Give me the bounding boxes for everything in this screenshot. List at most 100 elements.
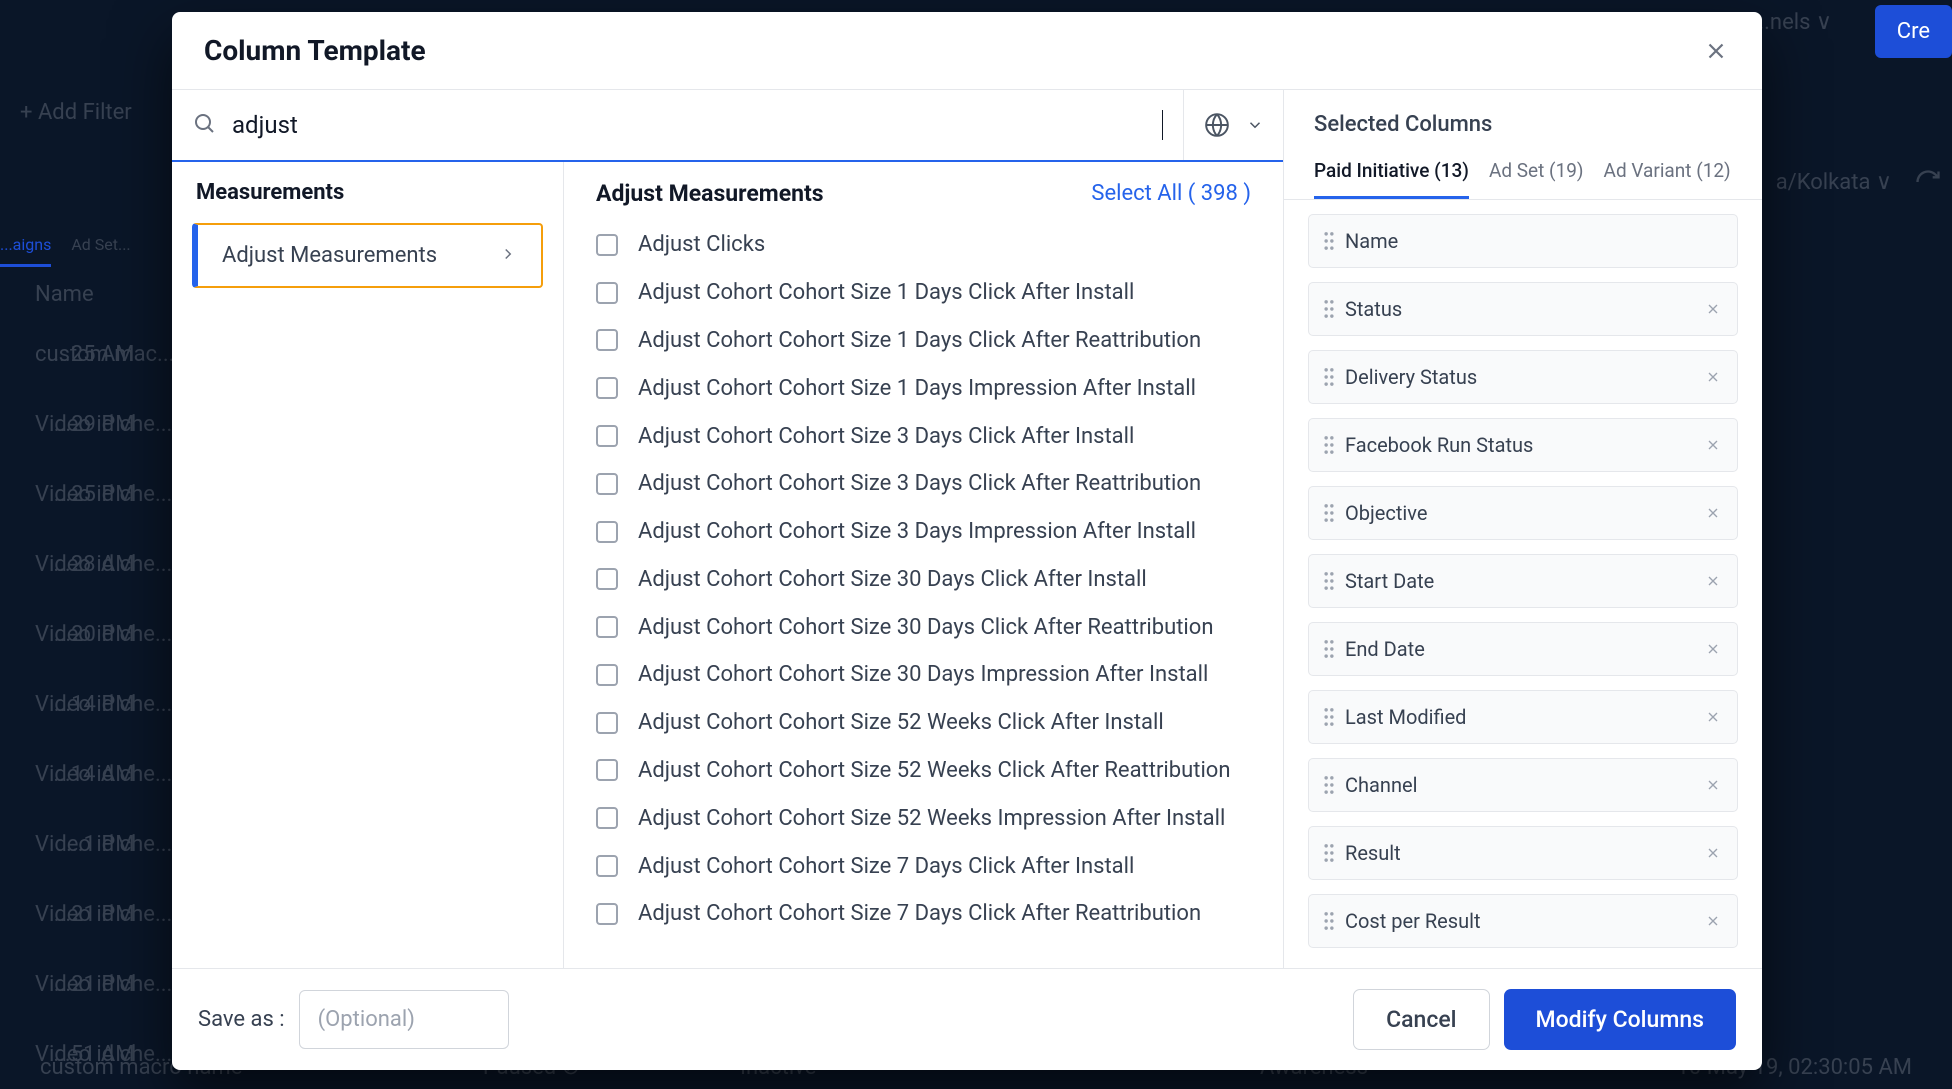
- remove-column-button[interactable]: [1703, 503, 1723, 523]
- metrics-header: Adjust Measurements Select All ( 398 ): [596, 180, 1251, 207]
- drag-handle-icon[interactable]: [1323, 231, 1335, 251]
- table-row[interactable]: Video id che......21 PM: [35, 949, 174, 1019]
- table-row[interactable]: Video id che......29 PM: [35, 389, 174, 459]
- checkbox[interactable]: [596, 759, 618, 781]
- metric-row[interactable]: Adjust Cohort Cohort Size 1 Days Impress…: [596, 364, 1251, 412]
- channels-dropdown[interactable]: ...nels ∨: [1753, 10, 1832, 35]
- metric-row[interactable]: Adjust Cohort Cohort Size 7 Days Click A…: [596, 842, 1251, 890]
- metric-row[interactable]: Adjust Cohort Cohort Size 30 Days Click …: [596, 603, 1251, 651]
- search-box[interactable]: adjust: [172, 90, 1183, 160]
- search-row: adjust: [172, 90, 1283, 162]
- close-button[interactable]: [1702, 37, 1730, 65]
- selected-column-item[interactable]: Last Modified: [1308, 690, 1738, 744]
- remove-column-button[interactable]: [1703, 911, 1723, 931]
- metric-row[interactable]: Adjust Cohort Cohort Size 3 Days Impress…: [596, 508, 1251, 556]
- metric-row[interactable]: Adjust Cohort Cohort Size 52 Weeks Click…: [596, 747, 1251, 795]
- checkbox[interactable]: [596, 425, 618, 447]
- select-all-button[interactable]: Select All ( 398 ): [1091, 181, 1251, 206]
- metric-row[interactable]: Adjust Cohort Cohort Size 52 Weeks Click…: [596, 699, 1251, 747]
- metrics-panel: Adjust Measurements Select All ( 398 ) A…: [564, 162, 1283, 968]
- checkbox[interactable]: [596, 903, 618, 925]
- checkbox[interactable]: [596, 616, 618, 638]
- metric-row[interactable]: Adjust Cohort Cohort Size 1 Days Click A…: [596, 269, 1251, 317]
- drag-handle-icon[interactable]: [1323, 911, 1335, 931]
- checkbox[interactable]: [596, 377, 618, 399]
- table-row[interactable]: Video id che......14 AM: [35, 739, 174, 809]
- selected-column-label: Status: [1345, 297, 1693, 321]
- metric-row[interactable]: Adjust Cohort Cohort Size 7 Days Click A…: [596, 890, 1251, 938]
- checkbox[interactable]: [596, 234, 618, 256]
- checkbox[interactable]: [596, 521, 618, 543]
- drag-handle-icon[interactable]: [1323, 843, 1335, 863]
- checkbox[interactable]: [596, 712, 618, 734]
- table-row[interactable]: custom mac......25 AM: [35, 319, 174, 389]
- drag-handle-icon[interactable]: [1323, 299, 1335, 319]
- metric-row[interactable]: Adjust Cohort Cohort Size 3 Days Click A…: [596, 412, 1251, 460]
- table-row[interactable]: Video id che......25 PM: [35, 459, 174, 529]
- drag-handle-icon[interactable]: [1323, 367, 1335, 387]
- selected-column-item[interactable]: Name: [1308, 214, 1738, 268]
- save-as-input[interactable]: [299, 990, 509, 1049]
- metric-label: Adjust Cohort Cohort Size 52 Weeks Impre…: [638, 806, 1225, 831]
- search-input[interactable]: adjust: [232, 111, 1164, 139]
- selected-column-item[interactable]: Status: [1308, 282, 1738, 336]
- checkbox[interactable]: [596, 329, 618, 351]
- selected-tab[interactable]: Ad Set (19): [1489, 149, 1584, 199]
- remove-column-button[interactable]: [1703, 571, 1723, 591]
- save-as-label: Save as :: [198, 1007, 285, 1032]
- selected-column-item[interactable]: Start Date: [1308, 554, 1738, 608]
- selected-column-item[interactable]: Objective: [1308, 486, 1738, 540]
- locale-dropdown[interactable]: [1183, 90, 1283, 160]
- timezone-dropdown[interactable]: a/Kolkata ∨: [1776, 170, 1892, 195]
- metric-row[interactable]: Adjust Cohort Cohort Size 1 Days Click A…: [596, 317, 1251, 365]
- remove-column-button[interactable]: [1703, 775, 1723, 795]
- table-row[interactable]: Video id che......21 PM: [35, 879, 174, 949]
- checkbox[interactable]: [596, 664, 618, 686]
- selected-column-item[interactable]: Channel: [1308, 758, 1738, 812]
- drag-handle-icon[interactable]: [1323, 571, 1335, 591]
- selected-tab[interactable]: Ad Variant (12): [1604, 149, 1731, 199]
- table-row[interactable]: Video id che......1 PM: [35, 809, 174, 879]
- metric-row[interactable]: Adjust Cohort Cohort Size 30 Days Click …: [596, 555, 1251, 603]
- drag-handle-icon[interactable]: [1323, 775, 1335, 795]
- metric-row[interactable]: Adjust Cohort Cohort Size 52 Weeks Impre…: [596, 794, 1251, 842]
- metric-row[interactable]: Adjust Cohort Cohort Size 3 Days Click A…: [596, 460, 1251, 508]
- table-row[interactable]: Video id che......28 AM: [35, 529, 174, 599]
- selected-tab[interactable]: Paid Initiative (13): [1314, 149, 1469, 199]
- checkbox[interactable]: [596, 473, 618, 495]
- column-header-name: Name: [35, 282, 174, 307]
- modify-columns-button[interactable]: Modify Columns: [1504, 989, 1736, 1050]
- selected-column-item[interactable]: Facebook Run Status: [1308, 418, 1738, 472]
- table-row[interactable]: Video id che......20 PM: [35, 599, 174, 669]
- create-button[interactable]: Cre: [1875, 5, 1952, 58]
- category-item-label: Adjust Measurements: [222, 243, 437, 268]
- remove-column-button[interactable]: [1703, 299, 1723, 319]
- selected-column-item[interactable]: End Date: [1308, 622, 1738, 676]
- drag-handle-icon[interactable]: [1323, 503, 1335, 523]
- remove-column-button[interactable]: [1703, 843, 1723, 863]
- add-filter-button[interactable]: + Add Filter: [20, 100, 132, 125]
- checkbox[interactable]: [596, 282, 618, 304]
- drag-handle-icon[interactable]: [1323, 435, 1335, 455]
- category-item-adjust-measurements[interactable]: Adjust Measurements: [192, 223, 543, 288]
- selected-column-item[interactable]: Cost per Result: [1308, 894, 1738, 948]
- tab-campaigns[interactable]: ...aigns: [0, 225, 51, 267]
- checkbox[interactable]: [596, 807, 618, 829]
- metric-row[interactable]: Adjust Clicks: [596, 221, 1251, 269]
- selected-column-item[interactable]: Result: [1308, 826, 1738, 880]
- remove-column-button[interactable]: [1703, 707, 1723, 727]
- remove-column-button[interactable]: [1703, 367, 1723, 387]
- cancel-button[interactable]: Cancel: [1353, 989, 1489, 1050]
- metric-row[interactable]: Adjust Cohort Cohort Size 30 Days Impres…: [596, 651, 1251, 699]
- remove-column-button[interactable]: [1703, 639, 1723, 659]
- checkbox[interactable]: [596, 855, 618, 877]
- refresh-icon[interactable]: [1914, 168, 1942, 200]
- table-row[interactable]: Video id che......14 PM: [35, 669, 174, 739]
- tab-adsets[interactable]: Ad Set...: [71, 225, 130, 267]
- drag-handle-icon[interactable]: [1323, 707, 1335, 727]
- selected-column-item[interactable]: Delivery Status: [1308, 350, 1738, 404]
- modal-header: Column Template: [172, 12, 1762, 90]
- remove-column-button[interactable]: [1703, 435, 1723, 455]
- checkbox[interactable]: [596, 568, 618, 590]
- drag-handle-icon[interactable]: [1323, 639, 1335, 659]
